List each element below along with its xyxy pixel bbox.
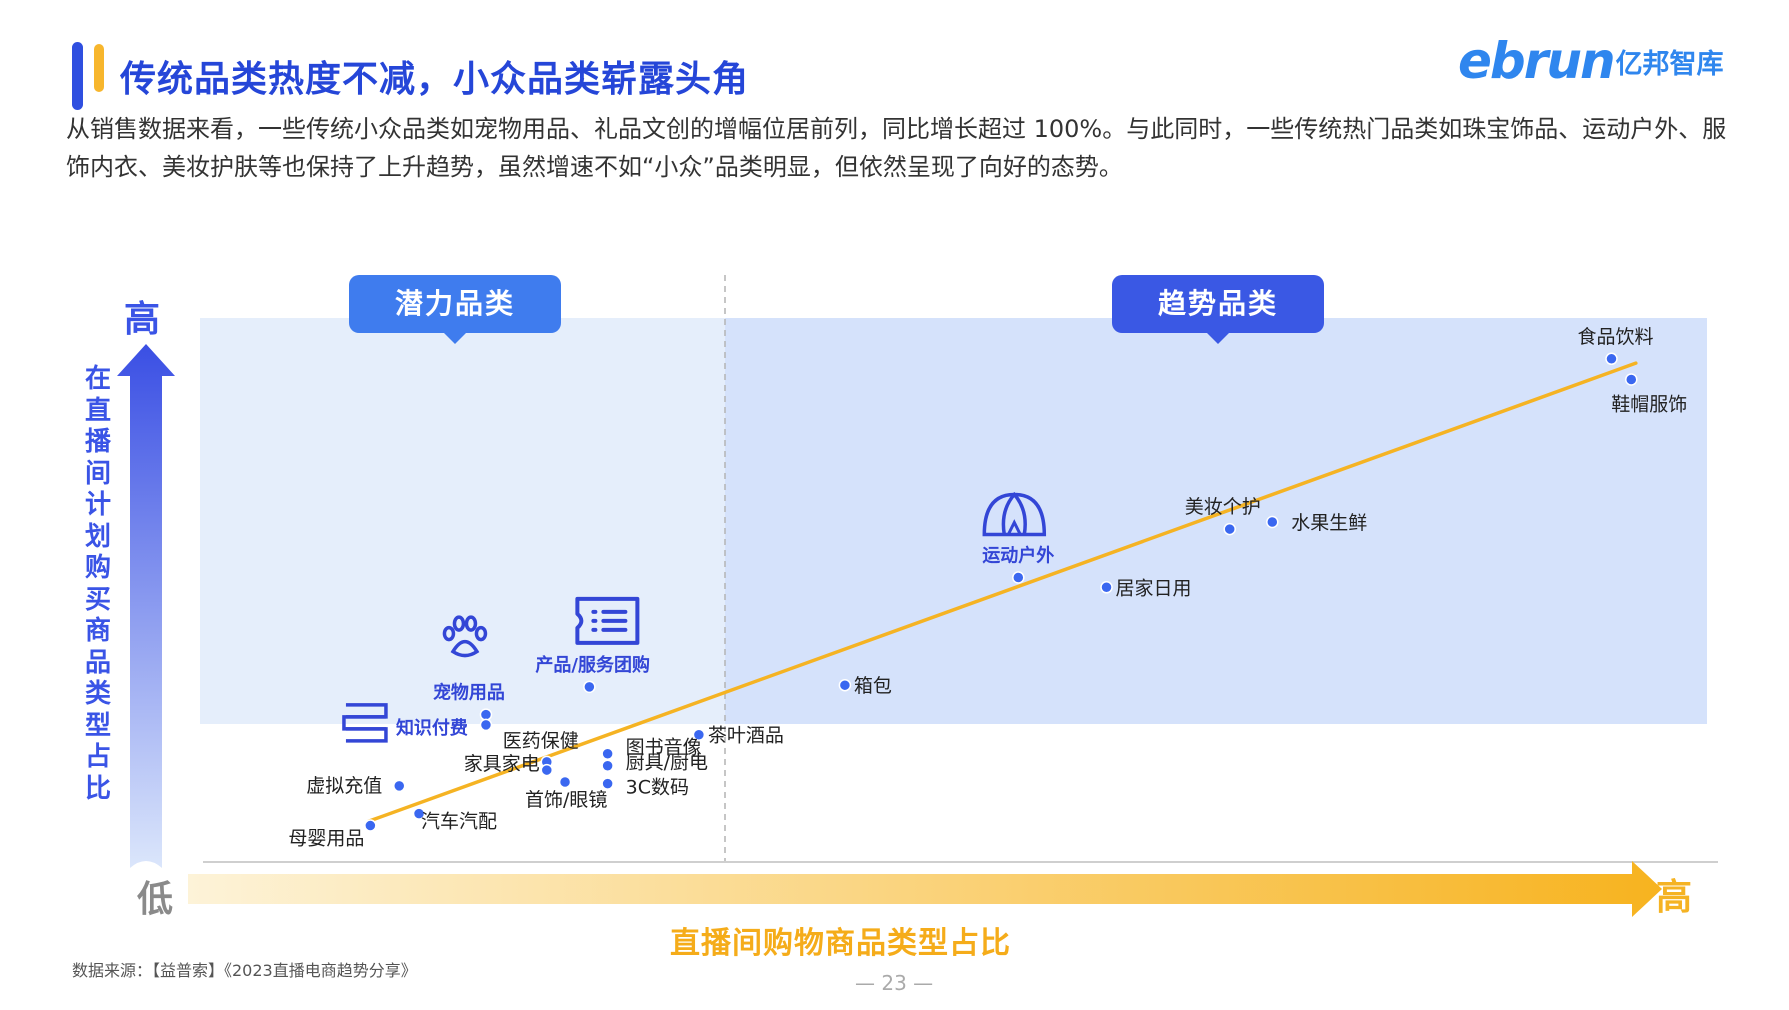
y-axis-label: 在直播间计划购买商品类型占比 [84,364,111,804]
point-marker [838,678,852,692]
point-marker [364,819,377,832]
point-label: 鞋帽服饰 [1611,393,1687,415]
point-marker [540,763,554,777]
point-label: 首饰/眼镜 [525,789,607,811]
point-label: 宠物用品 [433,682,505,704]
data-point: 家具家电 [464,753,554,777]
point-label: 知识付费 [396,717,468,739]
data-point: 汽车汽配 [412,807,497,833]
point-label: 茶叶酒品 [708,725,784,747]
point-label: 运动户外 [982,544,1054,566]
point-marker [583,680,596,694]
point-marker [393,779,406,793]
x-axis-arrow [188,861,1662,917]
y-axis-high-label: 高 [124,299,161,340]
quadrant-tag-trend: 趋势品类 [1112,275,1324,344]
point-label: 产品/服务团购 [535,654,650,676]
point-label: 虚拟充值 [306,775,382,797]
point-marker [479,718,493,732]
point-marker [601,777,614,790]
data-point: 茶叶酒品 [692,725,784,747]
point-marker [1100,581,1113,594]
point-label: 汽车汽配 [421,811,497,833]
point-label: 箱包 [854,675,892,697]
point-label: 母婴用品 [288,828,364,850]
data-source: 数据来源：【益普索】《2023直播电商趋势分享》 [72,961,417,980]
quadrant-right-bg [725,318,1707,724]
point-marker [558,775,572,789]
point-marker [1266,515,1279,529]
point-label: 水果生鲜 [1291,512,1367,534]
point-marker [1625,373,1638,386]
point-marker [601,759,614,772]
data-point: 3C数码 [601,777,689,799]
point-marker [1012,571,1025,584]
point-label: 3C数码 [626,777,689,799]
page-number: — 23 — [855,971,934,995]
point-marker [601,747,614,760]
x-axis-high-label: 高 [1656,877,1693,918]
quadrant-tag-potential: 潜力品类 [349,275,561,344]
point-label: 家具家电 [464,753,540,775]
point-label: 食品饮料 [1577,326,1653,348]
point-label: 居家日用 [1116,577,1192,599]
point-label: 医药保健 [503,730,579,752]
data-point: 母婴用品 [288,819,377,850]
point-label: 厨具/厨电 [626,752,708,774]
point-label: 美妆个护 [1185,496,1261,518]
data-point: 厨具/厨电 [601,752,708,774]
data-point: 居家日用 [1100,577,1192,599]
scatter-chart: 食品饮料鞋帽服饰美妆个护水果生鲜运动户外居家日用箱包 产品/服务团购宠物用品知识付… [117,275,1718,917]
data-point: 虚拟充值 [306,775,406,797]
x-axis-label: 直播间购物商品类型占比 [670,926,1011,961]
data-point: 首饰/眼镜 [525,775,607,811]
y-axis-arrow [117,344,175,868]
point-marker [1223,522,1236,536]
axis-low-label: 低 [137,879,174,920]
point-marker [479,708,493,721]
point-marker [1605,352,1618,366]
